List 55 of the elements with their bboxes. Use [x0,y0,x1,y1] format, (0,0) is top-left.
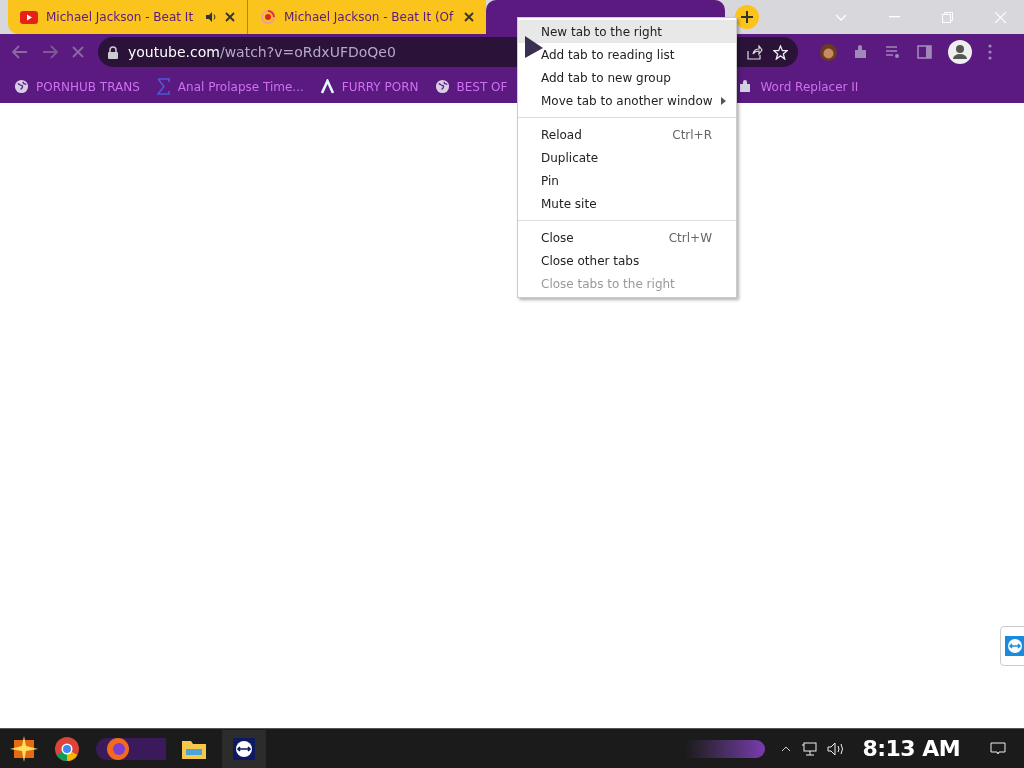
menu-item[interactable]: New tab to the right [518,20,736,43]
taskbar-app[interactable] [222,729,266,768]
firefox-icon[interactable] [106,736,130,761]
network-icon[interactable] [800,741,817,756]
loading-icon [260,9,276,25]
lock-icon [108,45,118,59]
url-text: youtube.com/watch?v=oRdxUFDoQe0 [128,42,396,62]
stop-icon[interactable] [72,46,84,58]
profile-icon[interactable] [948,40,972,64]
bookmark[interactable]: FURRY PORN [319,77,419,96]
menu-item[interactable]: Close Ctrl+W [518,226,736,249]
chevron-up-icon[interactable] [780,745,791,752]
arrows-icon [233,737,255,760]
bookmark[interactable]: Word Replacer II [738,77,859,96]
notification-icon[interactable] [990,741,1006,756]
share-icon[interactable] [747,44,763,60]
speaker-icon[interactable] [826,741,845,756]
menu-item[interactable]: Mute site [518,192,736,215]
side-panel-icon[interactable] [917,45,932,59]
back-icon[interactable] [12,45,28,59]
avatar-icon[interactable] [820,43,837,61]
menu-item[interactable]: Move tab to another window [518,89,736,112]
close-icon[interactable] [225,12,235,22]
arrows-icon [1005,636,1024,656]
browser-tab[interactable]: Michael Jackson - Beat It (Of [247,0,486,34]
plus-icon [741,11,753,23]
new-tab-button[interactable] [735,5,759,29]
menu-item[interactable]: Duplicate [518,146,736,169]
star-icon[interactable] [773,44,788,60]
menu-item[interactable]: Add tab to new group [518,66,736,89]
puzzle-icon[interactable] [853,44,869,60]
video-icon [20,10,38,24]
folder-icon[interactable] [182,738,206,759]
bookmark[interactable]: BEST OF [434,77,508,96]
browser-tab[interactable]: Michael Jackson - Beat It [8,0,247,34]
cursor-icon [525,36,543,58]
clock[interactable]: 8:13 AM [862,732,960,765]
menu-icon[interactable] [988,44,992,60]
chrome-icon[interactable] [54,735,80,762]
lambda-icon [319,79,335,94]
menu-item[interactable]: Close other tabs [518,249,736,272]
tab-title: Michael Jackson - Beat It (Of [284,9,455,26]
menu-item[interactable]: Add tab to reading list [518,43,736,66]
globe-icon [14,79,29,94]
playlist-icon[interactable] [885,45,901,59]
globe-icon [434,79,450,94]
bookmark[interactable]: PORNHUB TRANS [14,77,140,96]
menu-item[interactable]: Reload Ctrl+R [518,123,736,146]
close-icon[interactable] [464,12,474,22]
tab-title: Michael Jackson - Beat It [46,9,195,26]
sigma-icon [155,78,171,95]
start-icon[interactable] [10,735,38,762]
side-widget[interactable] [1000,626,1024,666]
bookmark[interactable]: Anal Prolapse Time... [155,77,304,96]
menu-item[interactable]: Pin [518,169,736,192]
